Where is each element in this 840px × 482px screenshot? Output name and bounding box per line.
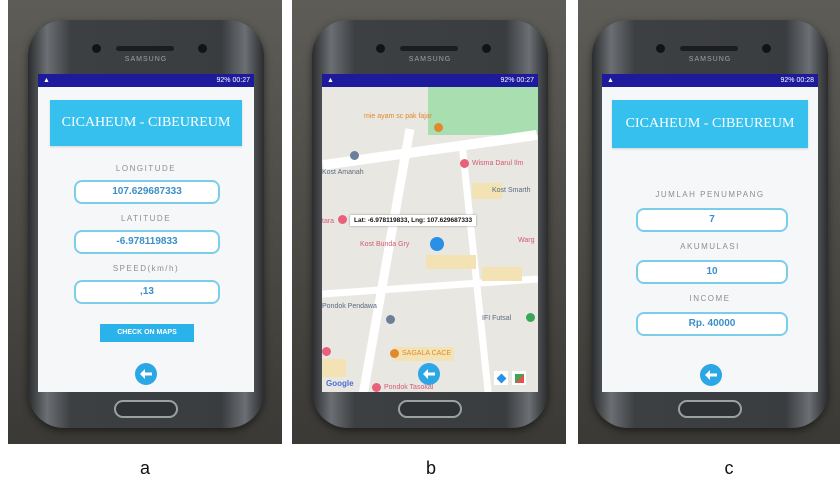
- lodging-pin-icon: [338, 215, 347, 224]
- sports-pin-icon: [526, 313, 535, 322]
- home-button[interactable]: [398, 400, 462, 418]
- screen-a: ▲ 92% 00:27 CICAHEUM - CIBEUREUM LONGITU…: [38, 74, 254, 392]
- poi-label: mie ayam sc pak fajar: [364, 113, 433, 120]
- warning-icon: ▲: [43, 77, 50, 84]
- status-bar: ▲ 92% 00:27: [322, 74, 538, 87]
- route-title: CICAHEUM - CIBEUREUM: [612, 100, 808, 148]
- shop-pin-icon: [390, 349, 399, 358]
- longitude-label: LONGITUDE: [115, 164, 177, 173]
- panel-a: SAMSUNG ▲ 92% 00:27 CICAHEUM - CIBEUREUM…: [8, 0, 282, 444]
- panel-c: SAMSUNG ▲ 92% 00:28 CICAHEUM - CIBEUREUM…: [578, 0, 840, 444]
- back-button[interactable]: [135, 363, 157, 385]
- accumulation-value: 10: [636, 260, 788, 284]
- phone-brand: SAMSUNG: [124, 56, 168, 63]
- arrow-left-icon: [423, 369, 435, 379]
- screen-c: ▲ 92% 00:28 CICAHEUM - CIBEUREUM JUMLAH …: [602, 74, 818, 392]
- screen-b: ▲ 92% 00:27 mie ayam sc pak fajar Wisma …: [322, 74, 538, 392]
- status-bar: ▲ 92% 00:28: [602, 74, 818, 87]
- poi-label: Warg: [518, 237, 535, 244]
- poi-label: Pondok Tasokal: [384, 384, 434, 391]
- directions-button[interactable]: [494, 371, 508, 385]
- poi-label: Wisma Darul Ilm: [472, 160, 524, 167]
- poi-label: Kost Bunda Gry: [360, 241, 410, 248]
- speed-value: ,13: [74, 280, 220, 304]
- back-button[interactable]: [418, 363, 440, 385]
- marker-info-window: Lat: -6.978119833, Lng: 107.629687333: [350, 215, 477, 226]
- status-time: 92% 00:27: [216, 77, 250, 84]
- poi-label: SAGALA CACE: [402, 350, 452, 357]
- poi-label: Pondok Pendawa: [322, 303, 377, 310]
- passengers-value: 7: [636, 208, 788, 232]
- phone-a: SAMSUNG ▲ 92% 00:27 CICAHEUM - CIBEUREUM…: [28, 20, 264, 428]
- phone-brand: SAMSUNG: [688, 56, 732, 63]
- lodging-pin-icon: [322, 347, 331, 356]
- home-button[interactable]: [678, 400, 742, 418]
- open-maps-button[interactable]: [512, 371, 526, 385]
- status-time: 92% 00:27: [500, 77, 534, 84]
- caption-a: a: [139, 458, 150, 478]
- phone-c: SAMSUNG ▲ 92% 00:28 CICAHEUM - CIBEUREUM…: [592, 20, 828, 428]
- longitude-value: 107.629687333: [74, 180, 220, 204]
- park-area: [428, 87, 538, 135]
- poi-label: Kost Smarth: [492, 187, 531, 194]
- poi-label: Kost Amanah: [322, 169, 364, 176]
- lodging-pin-icon: [372, 383, 381, 392]
- poi-label: IFI Futsal: [482, 315, 512, 322]
- route-title: CICAHEUM - CIBEUREUM: [50, 100, 242, 146]
- building: [426, 255, 476, 269]
- back-button[interactable]: [700, 364, 722, 386]
- place-pin-icon: [386, 315, 395, 324]
- income-value: Rp. 40000: [636, 312, 788, 336]
- phone-b: SAMSUNG ▲ 92% 00:27 mie ayam sc pak faja…: [312, 20, 548, 428]
- map-view[interactable]: mie ayam sc pak fajar Wisma Darul Ilm Ko…: [322, 87, 538, 392]
- caption-c: c: [724, 458, 734, 478]
- phone-brand: SAMSUNG: [408, 56, 452, 63]
- arrow-left-icon: [140, 369, 152, 379]
- building: [482, 267, 522, 281]
- place-pin-icon: [350, 151, 359, 160]
- accumulation-label: AKUMULASI: [680, 242, 740, 251]
- latitude-label: LATITUDE: [120, 214, 172, 223]
- warning-icon: ▲: [327, 77, 334, 84]
- caption-b: b: [425, 458, 436, 478]
- speed-label: SPEED(km/h): [112, 264, 180, 273]
- restaurant-pin-icon: [434, 123, 443, 132]
- lodging-pin-icon: [460, 159, 469, 168]
- status-bar: ▲ 92% 00:27: [38, 74, 254, 87]
- check-on-maps-button[interactable]: CHECK ON MAPS: [100, 324, 194, 342]
- building: [322, 359, 346, 377]
- google-logo: Google: [326, 379, 354, 388]
- poi-label: tara: [322, 218, 335, 225]
- income-label: INCOME: [689, 294, 731, 303]
- status-time: 92% 00:28: [780, 77, 814, 84]
- directions-icon: [496, 373, 506, 383]
- google-maps-icon: [514, 373, 524, 383]
- arrow-left-icon: [705, 370, 717, 380]
- bus-marker-icon[interactable]: [430, 237, 444, 251]
- warning-icon: ▲: [607, 77, 614, 84]
- passengers-label: JUMLAH PENUMPANG: [655, 190, 765, 199]
- home-button[interactable]: [114, 400, 178, 418]
- latitude-value: -6.978119833: [74, 230, 220, 254]
- panel-b: SAMSUNG ▲ 92% 00:27 mie ayam sc pak faja…: [292, 0, 566, 444]
